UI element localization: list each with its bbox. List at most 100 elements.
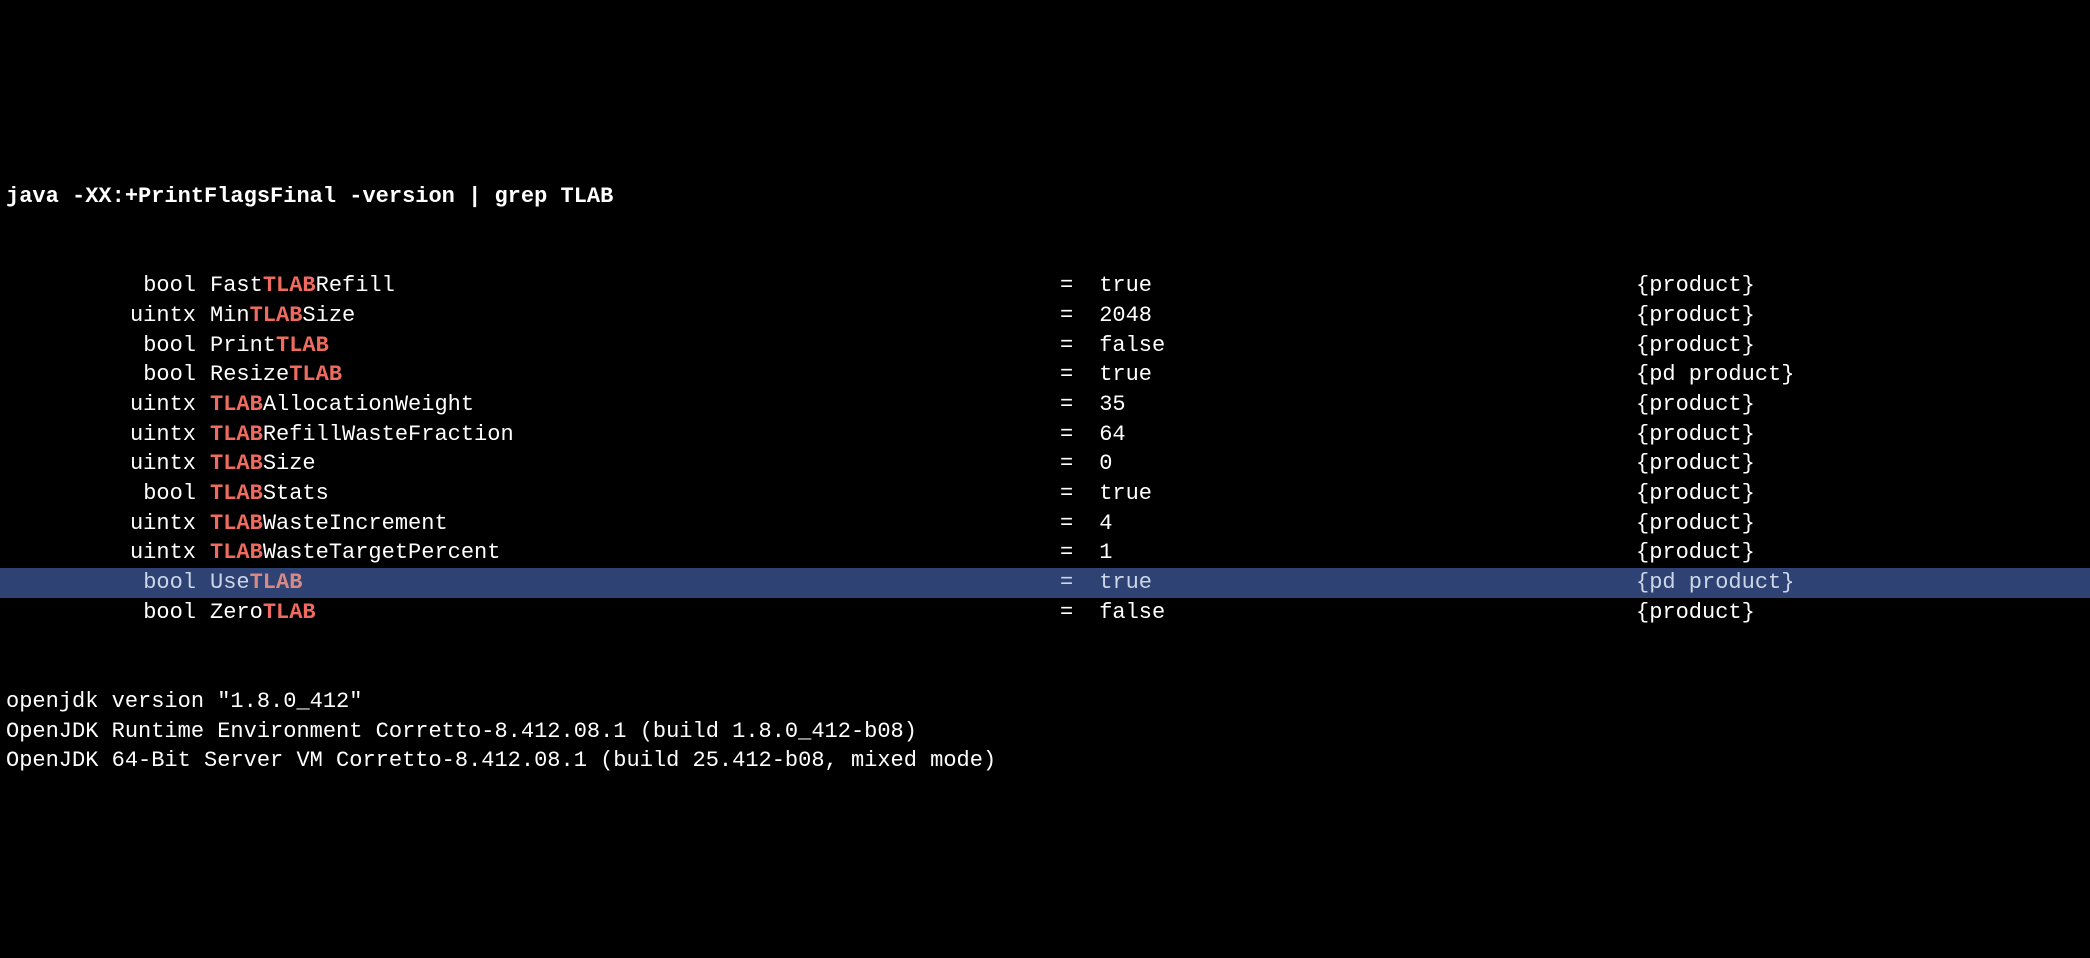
flag-name: TLABWasteIncrement [210,509,1060,539]
flag-name-match: TLAB [210,511,263,536]
equals-sign: = [1060,271,1086,301]
flag-type: bool [0,271,210,301]
flag-type: bool [0,331,210,361]
equals-sign: = [1060,598,1086,628]
flag-name-post: Refill [316,273,395,298]
flag-name-match: TLAB [289,362,342,387]
flag-name-post: WasteIncrement [263,511,448,536]
flag-value: 2048 [1086,301,1636,331]
flag-row: boolResizeTLAB= true{pd product} [0,360,2090,390]
flag-value: false [1086,331,1636,361]
flag-row: boolFastTLABRefill= true{product} [0,271,2090,301]
flag-name-pre: Min [210,303,250,328]
equals-sign: = [1060,538,1086,568]
flag-name-post: Size [263,451,316,476]
flag-category: {product} [1636,538,2090,568]
flag-name-post: AllocationWeight [263,392,474,417]
flag-category: {product} [1636,331,2090,361]
command-match: TLAB [561,184,614,209]
flag-value: true [1086,271,1636,301]
version-line: OpenJDK 64-Bit Server VM Corretto-8.412.… [0,746,2090,776]
equals-sign: = [1060,479,1086,509]
equals-sign: = [1060,509,1086,539]
flag-name-pre: Resize [210,362,289,387]
flag-name-post: RefillWasteFraction [263,422,514,447]
version-footer: openjdk version "1.8.0_412"OpenJDK Runti… [0,687,2090,776]
equals-sign: = [1060,390,1086,420]
flag-name-match: TLAB [250,303,303,328]
flag-value: 1 [1086,538,1636,568]
flag-category: {product} [1636,301,2090,331]
flag-name-post: Stats [263,481,329,506]
flag-value: false [1086,598,1636,628]
flag-name: TLABStats [210,479,1060,509]
flag-value: true [1086,568,1636,598]
flag-name-match: TLAB [276,333,329,358]
flag-name: TLABRefillWasteFraction [210,420,1060,450]
flag-name: UseTLAB [210,568,1060,598]
flag-name: ZeroTLAB [210,598,1060,628]
flag-category: {product} [1636,509,2090,539]
flags-list: boolFastTLABRefill= true{product}uintxMi… [0,271,2090,627]
flag-type: bool [0,598,210,628]
command-text: java -XX:+PrintFlagsFinal -version | gre… [6,184,561,209]
equals-sign: = [1060,420,1086,450]
flag-name-match: TLAB [210,451,263,476]
flag-row: boolZeroTLAB= false{product} [0,598,2090,628]
equals-sign: = [1060,360,1086,390]
flag-type: uintx [0,301,210,331]
flag-type: uintx [0,449,210,479]
version-line: openjdk version "1.8.0_412" [0,687,2090,717]
flag-value: 0 [1086,449,1636,479]
flag-row: boolUseTLAB= true{pd product} [0,568,2090,598]
flag-type: bool [0,479,210,509]
flag-value: 64 [1086,420,1636,450]
flag-name-match: TLAB [263,273,316,298]
flag-name: ResizeTLAB [210,360,1060,390]
flag-row: boolTLABStats= true{product} [0,479,2090,509]
flag-name-post: Size [302,303,355,328]
command-line: java -XX:+PrintFlagsFinal -version | gre… [0,182,2090,212]
flag-type: bool [0,568,210,598]
equals-sign: = [1060,568,1086,598]
flag-name-post: WasteTargetPercent [263,540,501,565]
flag-row: boolPrintTLAB= false{product} [0,331,2090,361]
flag-name: TLABSize [210,449,1060,479]
flag-name-pre: Fast [210,273,263,298]
flag-name-match: TLAB [250,570,303,595]
flag-name-pre: Use [210,570,250,595]
flag-name-pre: Zero [210,600,263,625]
flag-value: 35 [1086,390,1636,420]
terminal-output: java -XX:+PrintFlagsFinal -version | gre… [0,123,2090,806]
flag-row: uintxTLABWasteTargetPercent= 1{product} [0,538,2090,568]
flag-category: {product} [1636,479,2090,509]
flag-type: bool [0,360,210,390]
flag-category: {product} [1636,420,2090,450]
flag-name-pre: Print [210,333,276,358]
equals-sign: = [1060,331,1086,361]
flag-type: uintx [0,509,210,539]
flag-row: uintxTLABSize= 0{product} [0,449,2090,479]
flag-category: {product} [1636,271,2090,301]
flag-name: TLABWasteTargetPercent [210,538,1060,568]
flag-row: uintxTLABRefillWasteFraction= 64{product… [0,420,2090,450]
flag-name: PrintTLAB [210,331,1060,361]
flag-row: uintxTLABWasteIncrement= 4{product} [0,509,2090,539]
flag-row: uintxMinTLABSize= 2048{product} [0,301,2090,331]
flag-name: TLABAllocationWeight [210,390,1060,420]
flag-name-match: TLAB [210,481,263,506]
flag-category: {pd product} [1636,568,2090,598]
flag-type: uintx [0,390,210,420]
flag-name-match: TLAB [210,422,263,447]
flag-value: 4 [1086,509,1636,539]
flag-name: MinTLABSize [210,301,1060,331]
flag-name: FastTLABRefill [210,271,1060,301]
flag-category: {product} [1636,449,2090,479]
flag-name-match: TLAB [210,392,263,417]
flag-type: uintx [0,538,210,568]
flag-name-match: TLAB [210,540,263,565]
flag-value: true [1086,360,1636,390]
flag-value: true [1086,479,1636,509]
flag-category: {product} [1636,390,2090,420]
flag-category: {product} [1636,598,2090,628]
